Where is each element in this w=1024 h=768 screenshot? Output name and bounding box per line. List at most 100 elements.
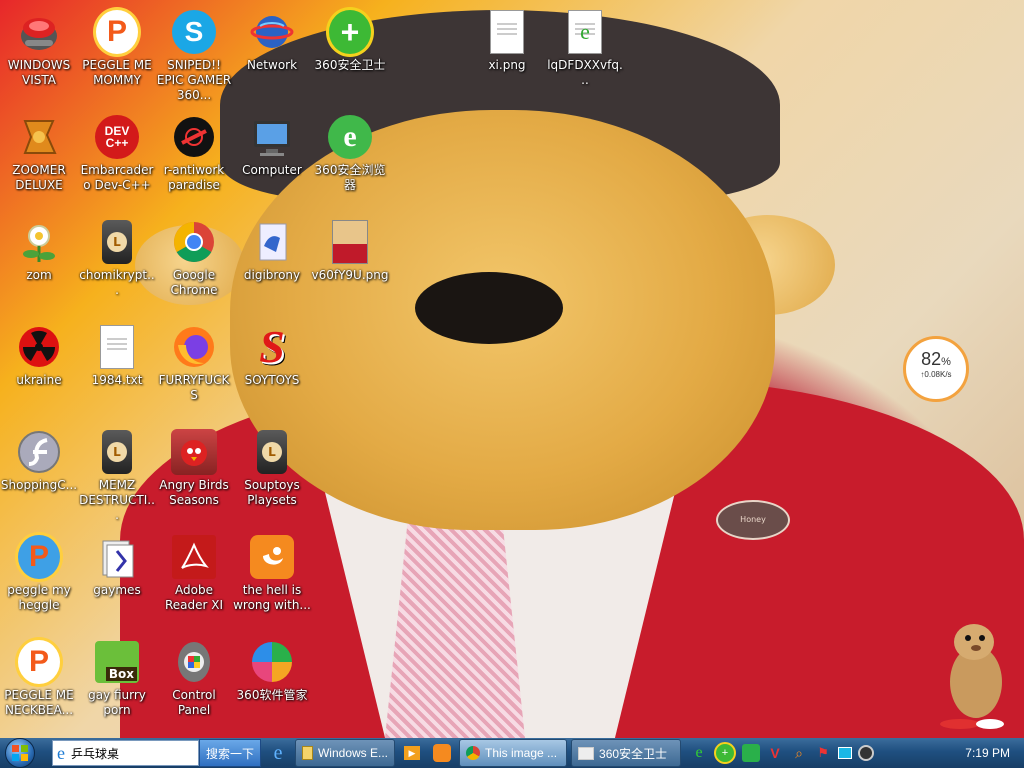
desktop-icon-360-software[interactable]: 360软件管家 <box>233 634 311 738</box>
desktop-icon-control-panel[interactable]: Control Panel <box>155 634 233 738</box>
icon-label: FURRYFUCKS <box>158 373 230 402</box>
text-file-icon <box>93 323 141 371</box>
monitor-tray-icon[interactable] <box>838 747 853 759</box>
computer-icon <box>248 113 296 161</box>
desktop-icon-peggle-my-heggle[interactable]: P peggle my heggle <box>0 529 78 634</box>
folder-icon <box>302 746 313 760</box>
flash-icon <box>15 428 63 476</box>
ie-icon: e <box>57 742 65 763</box>
search-input[interactable] <box>69 745 183 761</box>
folder-icon <box>93 533 141 581</box>
pin-text: Honey <box>740 515 766 524</box>
taskbar-button-label: Windows E... <box>317 746 389 760</box>
search-button[interactable]: 搜索一下 <box>199 739 262 767</box>
desktop-icon-uc-browser[interactable]: the hell is wrong with... <box>233 529 311 634</box>
box-logo-text: Box <box>105 667 137 681</box>
desktop-icon-google-chrome[interactable]: Google Chrome <box>155 214 233 319</box>
desktop-icon-360-browser[interactable]: e 360安全浏览器 <box>311 109 389 214</box>
speed-percent: 82% <box>906 349 966 370</box>
icon-label: Souptoys Playsets <box>244 478 300 507</box>
devcpp-logo-text: DEV C++ <box>95 115 139 159</box>
quicklaunch-ie[interactable]: e <box>265 740 291 766</box>
desktop-icon-memz[interactable]: L MEMZ DESTRUCTI... <box>78 424 156 529</box>
flag-tray-icon[interactable]: ⚑ <box>814 744 832 762</box>
icon-label: Google Chrome <box>170 268 218 297</box>
icon-label: 1984.txt <box>91 373 143 387</box>
desktop-icon-windows-vista[interactable]: WINDOWS VISTA <box>0 4 78 109</box>
shortcut-phone-icon: L <box>93 428 141 476</box>
icon-label: Network <box>246 58 298 72</box>
zuma-icon <box>15 113 63 161</box>
digibrony-icon <box>248 218 296 266</box>
taskbar-button-windows-explorer[interactable]: Windows E... <box>295 739 396 767</box>
desktop-icon-zom[interactable]: zom <box>0 214 78 319</box>
search-bar: e <box>52 740 199 766</box>
radiation-icon <box>15 323 63 371</box>
angry-birds-icon <box>170 428 218 476</box>
desktop-icon-adobe-reader[interactable]: Adobe Reader XI <box>155 529 233 634</box>
desktop-icon-360-safe[interactable]: + 360安全卫士 <box>311 4 389 109</box>
quicklaunch-uc[interactable] <box>429 740 455 766</box>
network-icon <box>248 8 296 56</box>
skype-icon: S <box>170 8 218 56</box>
windows-logo-icon <box>5 738 35 768</box>
desktop-icon-shoppingc[interactable]: ShoppingC... <box>0 424 78 529</box>
desktop-icon-peggle-me-neckbea[interactable]: P PEGGLE ME NECKBEA... <box>0 634 78 738</box>
desktop-icon-v60fy9u-png[interactable]: v60fY9U.png <box>311 214 389 319</box>
icon-label: xi.png <box>488 58 526 72</box>
icon-label: Adobe Reader XI <box>164 583 224 612</box>
desktop-icon-soytoys[interactable]: S SOYTOYS <box>233 319 311 424</box>
icon-label: SNIPED!! EPIC GAMER 360... <box>156 58 232 102</box>
png-file-icon <box>483 8 531 56</box>
desktop-icon-dev-cpp[interactable]: DEV C++ Embarcadero Dev-C++ <box>78 109 156 214</box>
icon-label: Embarcadero Dev-C++ <box>80 163 154 192</box>
icon-label: ZOOMER DELUXE <box>12 163 66 192</box>
desktop-icon-peggle-me-mommy[interactable]: P PEGGLE ME MOMMY <box>78 4 156 109</box>
desktop-icon-gaymes[interactable]: gaymes <box>78 529 156 634</box>
green-app-tray-icon[interactable] <box>742 744 761 762</box>
icon-label: WINDOWS VISTA <box>7 58 71 87</box>
desktop-icon-angry-birds-seasons[interactable]: Angry Birds Seasons <box>155 424 233 529</box>
speaker-tray-icon[interactable] <box>858 745 875 761</box>
network-speed-widget[interactable]: 82% ↑0.08K/s <box>903 336 969 402</box>
desktop-icon-chomikrypt[interactable]: L chomikrypt... <box>78 214 156 319</box>
desktop-icon-zoomer-deluxe[interactable]: ZOOMER DELUXE <box>0 109 78 214</box>
hamster-gadget[interactable] <box>930 612 1016 732</box>
desktop-icon-gay-fiurry-porn[interactable]: Box gay fiurry porn <box>78 634 156 738</box>
v-tray-icon[interactable]: V <box>766 744 784 762</box>
quicklaunch-media-player[interactable]: ▶ <box>399 740 425 766</box>
control-panel-icon <box>170 638 218 686</box>
start-button[interactable] <box>0 738 40 768</box>
desktop-icon-r-antiwork[interactable]: r-antiwork paradise <box>155 109 233 214</box>
desktop[interactable]: Honey WINDOWS VISTA ZOOMER DELUXE zom uk… <box>0 0 1024 738</box>
360-safe-tray-icon[interactable]: + <box>714 742 737 764</box>
search-tray-icon[interactable]: ⌕ <box>790 744 808 762</box>
shortcut-phone-icon: L <box>93 218 141 266</box>
desktop-icon-lqdfdxxvfq[interactable]: e lqDFDXXvfq... <box>546 4 624 109</box>
icon-label: chomikrypt... <box>79 268 155 297</box>
clock[interactable]: 7:19 PM <box>951 746 1024 760</box>
icon-label: ukraine <box>16 373 62 387</box>
devcpp-icon: DEV C++ <box>93 113 141 161</box>
desktop-icon-network[interactable]: Network <box>233 4 311 109</box>
desktop-icon-xi-png[interactable]: xi.png <box>468 4 546 109</box>
desktop-icon-ukraine[interactable]: ukraine <box>0 319 78 424</box>
desktop-icon-1984-txt[interactable]: 1984.txt <box>78 319 156 424</box>
taskbar-button-360[interactable]: 360安全卫士 <box>571 739 682 767</box>
desktop-icon-computer[interactable]: Computer <box>233 109 311 214</box>
system-tray: e + V ⌕ ⚑ <box>687 738 877 768</box>
icon-label: PEGGLE ME MOMMY <box>82 58 152 87</box>
taskbar-button-chrome[interactable]: This image ... <box>459 739 568 767</box>
peggle-icon: P <box>15 637 63 687</box>
icon-label: 360安全卫士 <box>314 58 386 72</box>
360-browser-tray-icon[interactable]: e <box>690 744 708 762</box>
icon-label: MEMZ DESTRUCTI... <box>79 478 155 522</box>
desktop-icon-furryfucks[interactable]: FURRYFUCKS <box>155 319 233 424</box>
icon-label: digibrony <box>243 268 301 282</box>
desktop-icon-souptoys[interactable]: L Souptoys Playsets <box>233 424 311 529</box>
shortcut-phone-icon: L <box>248 428 296 476</box>
icon-label: Computer <box>242 163 302 177</box>
desktop-icon-sniped[interactable]: S SNIPED!! EPIC GAMER 360... <box>155 4 233 109</box>
speed-percent-sign: % <box>941 356 951 368</box>
desktop-icon-digibrony[interactable]: digibrony <box>233 214 311 319</box>
